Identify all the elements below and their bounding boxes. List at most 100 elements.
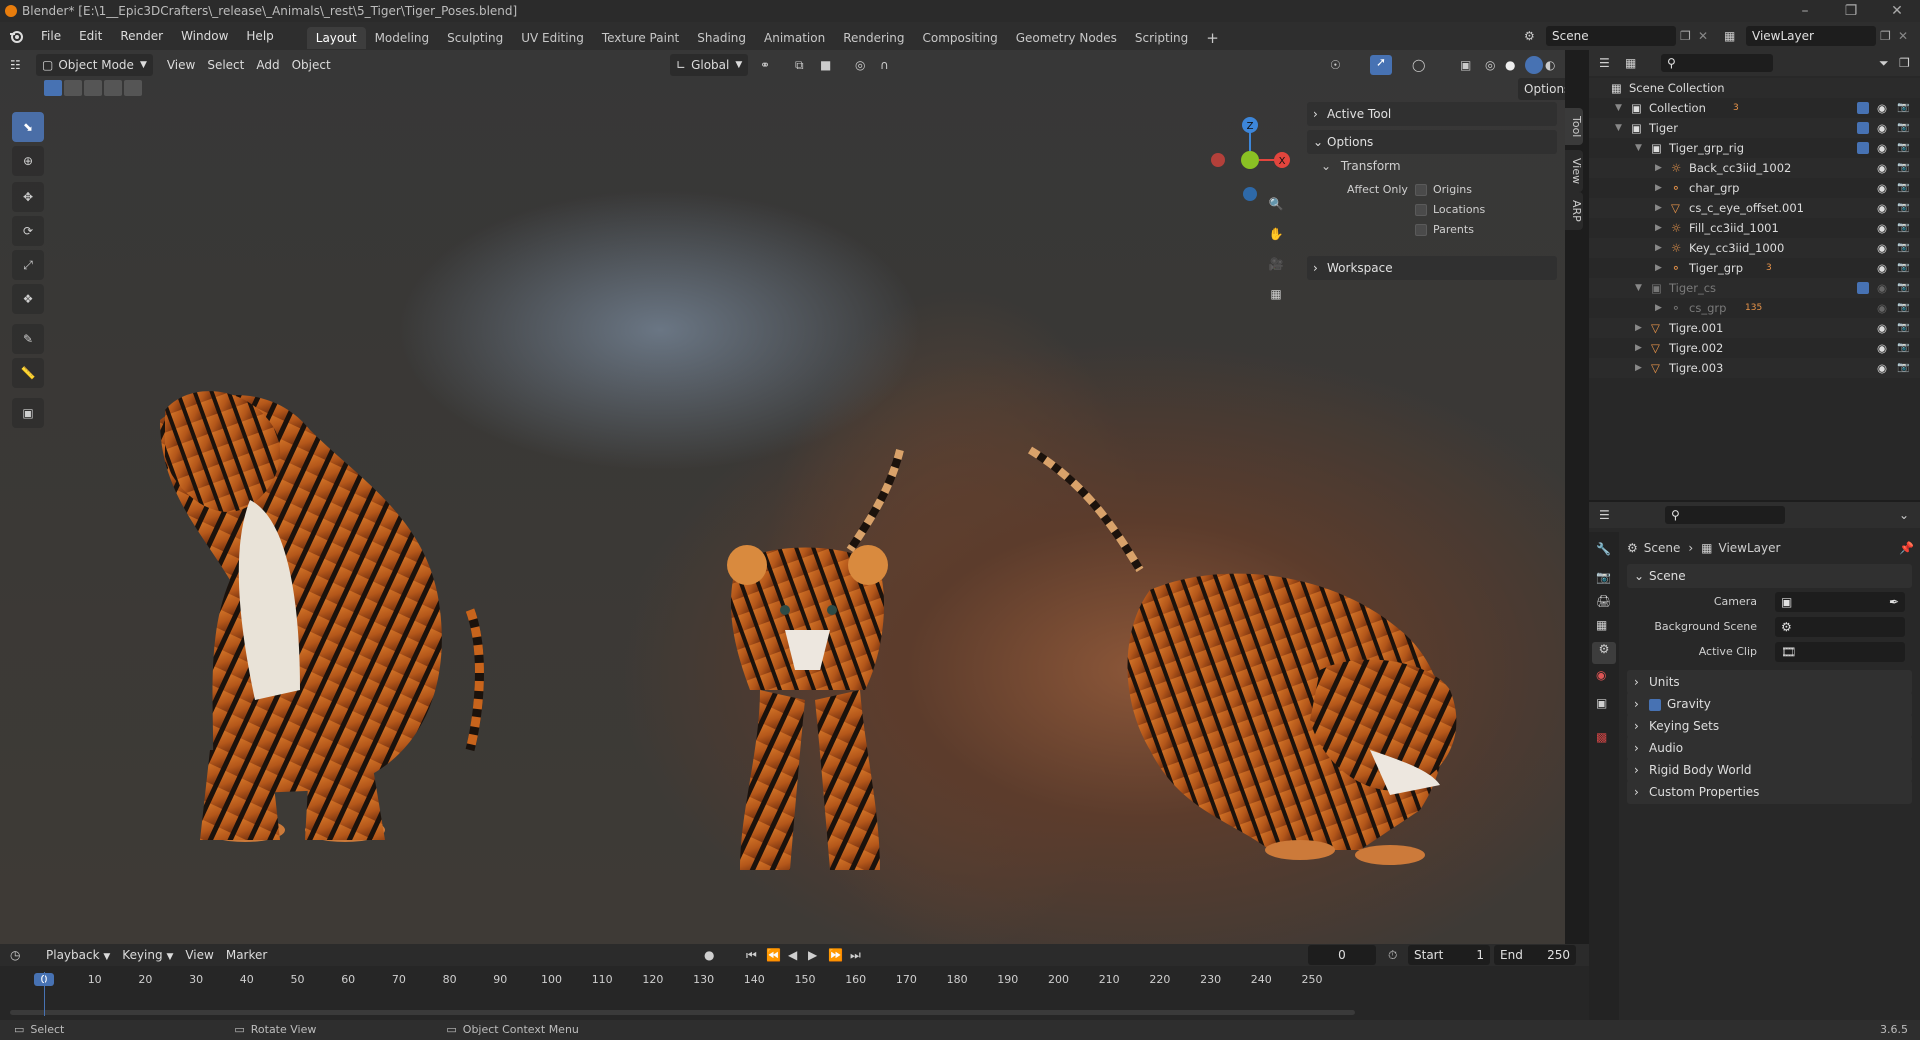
- render-visibility-icon[interactable]: 📷: [1897, 178, 1909, 198]
- timeline-scrollbar[interactable]: [10, 1010, 1355, 1015]
- render-tab-icon[interactable]: 📷: [1596, 570, 1611, 584]
- timeline-menu-playback[interactable]: Playback ▼: [40, 944, 116, 966]
- visibility-eye-icon[interactable]: ◉: [1877, 358, 1887, 378]
- tab-arp[interactable]: ARP: [1565, 192, 1583, 230]
- render-visibility-icon[interactable]: 📷: [1897, 138, 1909, 158]
- scene-selector[interactable]: ⚙ Scene ❐ ✕: [1524, 26, 1712, 46]
- outliner-row[interactable]: ▶ ⚬ cs_grp 135 ◉ 📷: [1589, 298, 1920, 318]
- select-subtract-icon[interactable]: [84, 80, 102, 96]
- properties-editor-icon[interactable]: ☰: [1599, 508, 1629, 522]
- visibility-eye-icon[interactable]: ◉: [1877, 338, 1887, 358]
- tiger-standing-front[interactable]: [727, 449, 904, 870]
- expand-toggle-icon[interactable]: ▶: [1655, 158, 1662, 178]
- expand-toggle-icon[interactable]: ▶: [1655, 258, 1662, 278]
- close-button[interactable]: ✕: [1874, 0, 1920, 22]
- visibility-eye-icon[interactable]: ◉: [1877, 98, 1887, 118]
- expand-toggle-icon[interactable]: ▶: [1635, 358, 1642, 378]
- view-layer-tab-icon[interactable]: ▦: [1596, 618, 1607, 632]
- world-tab-icon[interactable]: ◉: [1596, 668, 1606, 682]
- options-header[interactable]: ⌄ Options: [1307, 130, 1557, 154]
- zoom-icon[interactable]: 🔍: [1262, 190, 1290, 218]
- scene-field[interactable]: Scene: [1546, 26, 1676, 46]
- tab-uv-editing[interactable]: UV Editing: [512, 27, 593, 49]
- render-visibility-icon[interactable]: 📷: [1897, 98, 1909, 118]
- transform-subheader[interactable]: ⌄ Transform: [1321, 156, 1401, 176]
- tiger-sitting[interactable]: [160, 391, 484, 842]
- visibility-eye-icon[interactable]: ◉: [1877, 258, 1887, 278]
- render-visibility-icon[interactable]: 📷: [1897, 238, 1909, 258]
- exclude-checkbox[interactable]: [1857, 122, 1869, 134]
- visibility-eye-icon[interactable]: ◉: [1877, 318, 1887, 338]
- panel-gravity[interactable]: › Gravity: [1627, 692, 1912, 716]
- outliner-row[interactable]: ▶ ☼ Fill_cc3iid_1001 ◉ 📷: [1589, 218, 1920, 238]
- camera-field[interactable]: ▣ ✒: [1775, 592, 1905, 612]
- pivot-icon[interactable]: ⚭: [760, 58, 770, 72]
- active-tool-header[interactable]: › Active Tool: [1307, 102, 1557, 126]
- output-tab-icon[interactable]: 🖨: [1596, 594, 1611, 608]
- menu-file[interactable]: File: [32, 22, 70, 50]
- active-clip-field[interactable]: 🎞: [1775, 642, 1905, 662]
- render-visibility-icon[interactable]: 📷: [1897, 358, 1909, 378]
- current-frame-field[interactable]: 0: [1308, 945, 1376, 965]
- tab-shading[interactable]: Shading: [688, 27, 755, 49]
- menu-render[interactable]: Render: [111, 22, 172, 50]
- timeline-menu-keying[interactable]: Keying ▼: [116, 944, 179, 966]
- expand-toggle-icon[interactable]: ▼: [1615, 118, 1622, 138]
- outliner-row[interactable]: ▶ ☼ Key_cc3iid_1000 ◉ 📷: [1589, 238, 1920, 258]
- select-box-tool[interactable]: ⬊: [12, 112, 44, 142]
- rotate-tool[interactable]: ⟳: [12, 216, 44, 246]
- playhead[interactable]: [44, 972, 45, 1016]
- viewport-menu-view[interactable]: View: [161, 54, 201, 76]
- outliner-search-input[interactable]: ⚲: [1661, 54, 1773, 72]
- outliner-row[interactable]: ▶ ▽ Tigre.001 ◉ 📷: [1589, 318, 1920, 338]
- select-intersect-icon[interactable]: [124, 80, 142, 96]
- display-mode-icon[interactable]: ▦: [1625, 56, 1661, 70]
- outliner-row[interactable]: ▶ ⚬ char_grp ◉ 📷: [1589, 178, 1920, 198]
- render-visibility-icon[interactable]: 📷: [1897, 318, 1909, 338]
- select-invert-icon[interactable]: [104, 80, 122, 96]
- render-visibility-icon[interactable]: 📷: [1897, 218, 1909, 238]
- chevron-down-icon[interactable]: ⌄: [1899, 508, 1909, 522]
- outliner-row[interactable]: ▼ ▣ Tiger_grp_rig ◉ 📷: [1589, 138, 1920, 158]
- panel-units[interactable]: › Units: [1627, 670, 1912, 694]
- visibility-eye-icon[interactable]: ◉: [1877, 298, 1887, 318]
- scene-panel-header[interactable]: ⌄ Scene: [1627, 564, 1912, 588]
- expand-toggle-icon[interactable]: ▶: [1655, 238, 1662, 258]
- end-frame-field[interactable]: End 250: [1494, 945, 1576, 965]
- render-visibility-icon[interactable]: 📷: [1897, 278, 1909, 298]
- render-visibility-icon[interactable]: 📷: [1897, 338, 1909, 358]
- render-visibility-icon[interactable]: 📷: [1897, 298, 1909, 318]
- outliner-row[interactable]: ▼ ▣ Tiger_cs ◉ 📷: [1589, 278, 1920, 298]
- play-reverse-icon[interactable]: ◀: [788, 948, 797, 962]
- tab-view[interactable]: View: [1565, 150, 1583, 193]
- outliner-row[interactable]: ▼ ▣ Collection 3 ◉ 📷: [1589, 98, 1920, 118]
- exclude-checkbox[interactable]: [1857, 282, 1869, 294]
- workspace-header[interactable]: › Workspace: [1307, 256, 1557, 280]
- new-scene-icon[interactable]: ❐: [1680, 29, 1698, 43]
- visibility-eye-icon[interactable]: ◉: [1877, 198, 1887, 218]
- annotate-tool[interactable]: ✎: [12, 324, 44, 354]
- pin-icon[interactable]: 📌: [1899, 541, 1914, 555]
- proportional-edit-icon[interactable]: ◎: [855, 58, 865, 72]
- axis-y-icon[interactable]: [1241, 151, 1259, 169]
- tab-sculpting[interactable]: Sculpting: [438, 27, 512, 49]
- transform-orientation-dropdown[interactable]: ∟ Global ▼: [670, 54, 749, 76]
- jump-start-icon[interactable]: ⏮: [746, 948, 757, 963]
- cursor-tool[interactable]: ⊕: [12, 146, 44, 176]
- expand-toggle-icon[interactable]: ▶: [1655, 198, 1662, 218]
- maximize-button[interactable]: ❐: [1828, 0, 1874, 22]
- next-keyframe-icon[interactable]: ⏩: [828, 948, 843, 962]
- viewlayer-selector[interactable]: ▦ ViewLayer ❐ ✕: [1724, 26, 1912, 46]
- locations-checkbox[interactable]: Locations: [1415, 203, 1485, 216]
- parents-checkbox[interactable]: Parents: [1415, 223, 1474, 236]
- delete-scene-icon[interactable]: ✕: [1698, 29, 1712, 43]
- viewlayer-field[interactable]: ViewLayer: [1746, 26, 1876, 46]
- visibility-eye-icon[interactable]: ◉: [1877, 238, 1887, 258]
- tool-tab-icon[interactable]: 🔧: [1596, 542, 1611, 556]
- render-visibility-icon[interactable]: 📷: [1897, 158, 1909, 178]
- expand-toggle-icon[interactable]: ▼: [1615, 98, 1622, 118]
- expand-toggle-icon[interactable]: ▶: [1655, 218, 1662, 238]
- menu-window[interactable]: Window: [172, 22, 237, 50]
- panel-rigid-body-world[interactable]: › Rigid Body World: [1627, 758, 1912, 782]
- perspective-grid-icon[interactable]: ▦: [1262, 280, 1290, 308]
